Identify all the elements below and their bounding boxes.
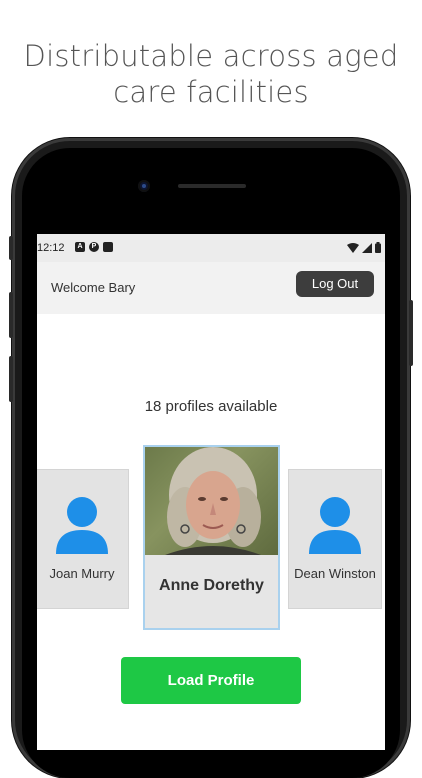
sd-card-icon [103, 242, 113, 252]
profile-photo [145, 447, 278, 555]
person-icon [309, 497, 361, 554]
phone-speaker [178, 184, 246, 188]
profile-name: Dean Winston [294, 566, 376, 581]
phone-volume-up [9, 292, 13, 338]
app-screen: 12:12 A P Welcome Bary Log Out 18 profil… [37, 234, 385, 750]
notification-p-icon: P [89, 242, 99, 252]
profile-name: Joan Murry [49, 566, 115, 581]
welcome-text: Welcome Bary [51, 280, 136, 295]
notification-a-icon: A [75, 242, 85, 252]
logout-button[interactable]: Log Out [296, 271, 374, 297]
battery-icon [375, 242, 381, 253]
promo-headline: Distributable across aged care facilitie… [0, 38, 422, 110]
phone-side-button [9, 236, 13, 260]
status-time: 12:12 [37, 242, 65, 254]
profile-card-dean-winston[interactable]: Dean Winston [288, 469, 382, 609]
signal-icon [362, 242, 372, 253]
profiles-count: 18 profiles available [144, 398, 278, 415]
phone-volume-down [9, 356, 13, 402]
promo-headline-line1: Distributable across aged [23, 39, 399, 73]
front-camera [138, 180, 150, 192]
app-header: Welcome Bary Log Out [37, 262, 385, 314]
wifi-icon [347, 242, 359, 253]
person-icon [56, 497, 108, 554]
profile-name: Anne Dorethy [159, 577, 264, 594]
profile-card-anne-dorethy[interactable]: Anne Dorethy [143, 445, 280, 630]
profile-card-joan-murry[interactable]: Joan Murry [37, 469, 129, 609]
load-profile-button[interactable]: Load Profile [121, 657, 301, 704]
status-bar: 12:12 A P [37, 234, 385, 262]
phone-power-button [409, 300, 413, 366]
promo-headline-line2: care facilities [113, 75, 309, 109]
